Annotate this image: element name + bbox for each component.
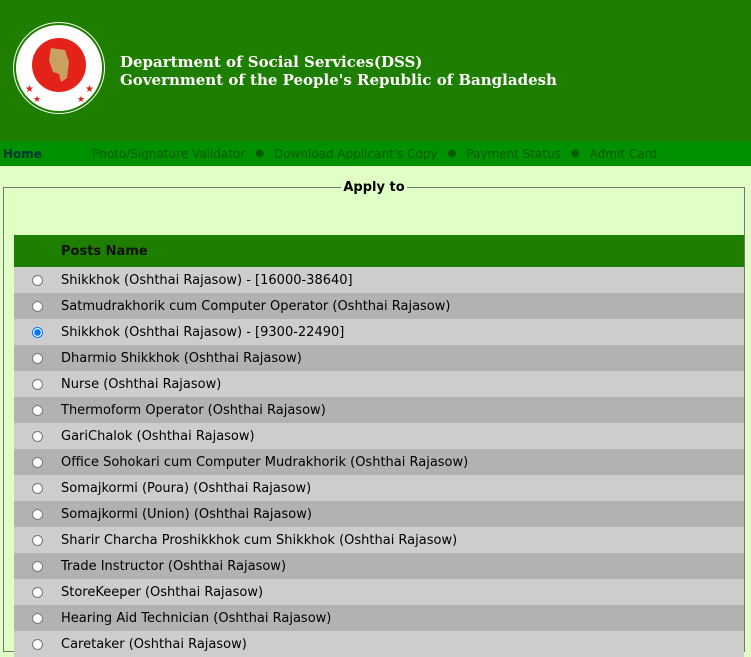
table-row[interactable]: Thermoform Operator (Oshthai Rajasow) — [14, 397, 744, 423]
separator: ● — [255, 148, 264, 159]
government-seal-logo: ★ ★ ★ ★ — [13, 22, 105, 114]
fieldset-legend: Apply to — [343, 180, 405, 195]
table-row[interactable]: Trade Instructor (Oshthai Rajasow) — [14, 553, 744, 579]
post-name: Trade Instructor (Oshthai Rajasow) — [61, 553, 744, 579]
posts-name-header: Posts Name — [14, 235, 744, 267]
post-radio[interactable] — [32, 378, 43, 390]
table-row[interactable]: Caretaker (Oshthai Rajasow) — [14, 631, 744, 657]
post-name: Shikkhok (Oshthai Rajasow) - [9300-22490… — [61, 319, 744, 345]
nav-admit-card[interactable]: Admit Card — [590, 147, 657, 161]
table-row[interactable]: StoreKeeper (Oshthai Rajasow) — [14, 579, 744, 605]
table-row[interactable]: Satmudrakhorik cum Computer Operator (Os… — [14, 293, 744, 319]
post-name: GariChalok (Oshthai Rajasow) — [61, 423, 744, 449]
svg-text:★: ★ — [77, 95, 85, 105]
post-name: Shikkhok (Oshthai Rajasow) - [16000-3864… — [61, 267, 744, 293]
post-radio[interactable] — [32, 586, 43, 598]
posts-table: Posts Name Shikkhok (Oshthai Rajasow) - … — [14, 235, 744, 657]
nav-photo-validator[interactable]: Photo/Signature Validator — [92, 147, 245, 161]
post-radio[interactable] — [32, 404, 43, 416]
post-name: Office Sohokari cum Computer Mudrakhorik… — [61, 449, 744, 475]
post-name: StoreKeeper (Oshthai Rajasow) — [61, 579, 744, 605]
post-radio[interactable] — [32, 456, 43, 468]
site-header: ★ ★ ★ ★ Department of Social Services(DSS) … — [0, 0, 751, 141]
post-name: Somajkormi (Union) (Oshthai Rajasow) — [61, 501, 744, 527]
nav-bar: Home Photo/Signature Validator ● Download… — [0, 141, 751, 166]
svg-text:★: ★ — [25, 84, 34, 95]
separator: ● — [570, 148, 580, 159]
post-name: Caretaker (Oshthai Rajasow) — [61, 631, 744, 657]
post-name: Satmudrakhorik cum Computer Operator (Os… — [61, 293, 744, 319]
table-row[interactable]: Nurse (Oshthai Rajasow) — [14, 371, 744, 397]
post-radio[interactable] — [32, 352, 43, 364]
department-title: Department of Social Services(DSS) — [120, 53, 423, 71]
post-name: Somajkormi (Poura) (Oshthai Rajasow) — [61, 475, 744, 501]
svg-text:★: ★ — [85, 84, 94, 95]
nav-download-copy[interactable]: Download Applicant's Copy — [274, 147, 438, 161]
post-name: Thermoform Operator (Oshthai Rajasow) — [61, 397, 744, 423]
svg-text:★: ★ — [33, 95, 41, 105]
post-name: Sharir Charcha Proshikkhok cum Shikkhok … — [61, 527, 744, 553]
post-name: Hearing Aid Technician (Oshthai Rajasow) — [61, 605, 744, 631]
table-row[interactable]: Sharir Charcha Proshikkhok cum Shikkhok … — [14, 527, 744, 553]
separator: ● — [447, 148, 457, 159]
post-radio[interactable] — [32, 638, 43, 650]
post-radio[interactable] — [32, 274, 43, 286]
table-row[interactable]: Office Sohokari cum Computer Mudrakhorik… — [14, 449, 744, 475]
table-row[interactable]: Shikkhok (Oshthai Rajasow) - [9300-22490… — [14, 319, 744, 345]
post-radio[interactable] — [32, 534, 43, 546]
post-radio[interactable] — [32, 508, 43, 520]
table-row[interactable]: Hearing Aid Technician (Oshthai Rajasow) — [14, 605, 744, 631]
table-row[interactable]: GariChalok (Oshthai Rajasow) — [14, 423, 744, 449]
table-row[interactable]: Somajkormi (Union) (Oshthai Rajasow) — [14, 501, 744, 527]
table-row[interactable]: Somajkormi (Poura) (Oshthai Rajasow) — [14, 475, 744, 501]
post-name: Nurse (Oshthai Rajasow) — [61, 371, 744, 397]
table-row[interactable]: Dharmio Shikkhok (Oshthai Rajasow) — [14, 345, 744, 371]
post-radio[interactable] — [32, 430, 43, 442]
post-radio[interactable] — [32, 612, 43, 624]
nav-home[interactable]: Home — [3, 147, 92, 161]
post-radio[interactable] — [32, 326, 43, 338]
post-radio[interactable] — [32, 300, 43, 312]
government-title: Government of the People's Republic of B… — [120, 71, 557, 89]
post-radio[interactable] — [32, 560, 43, 572]
nav-payment-status[interactable]: Payment Status — [466, 147, 561, 161]
table-row[interactable]: Shikkhok (Oshthai Rajasow) - [16000-3864… — [14, 267, 744, 293]
post-name: Dharmio Shikkhok (Oshthai Rajasow) — [61, 345, 744, 371]
apply-to-fieldset: Apply to Posts Name Shikkhok (Oshthai Ra… — [3, 180, 745, 657]
post-radio[interactable] — [32, 482, 43, 494]
